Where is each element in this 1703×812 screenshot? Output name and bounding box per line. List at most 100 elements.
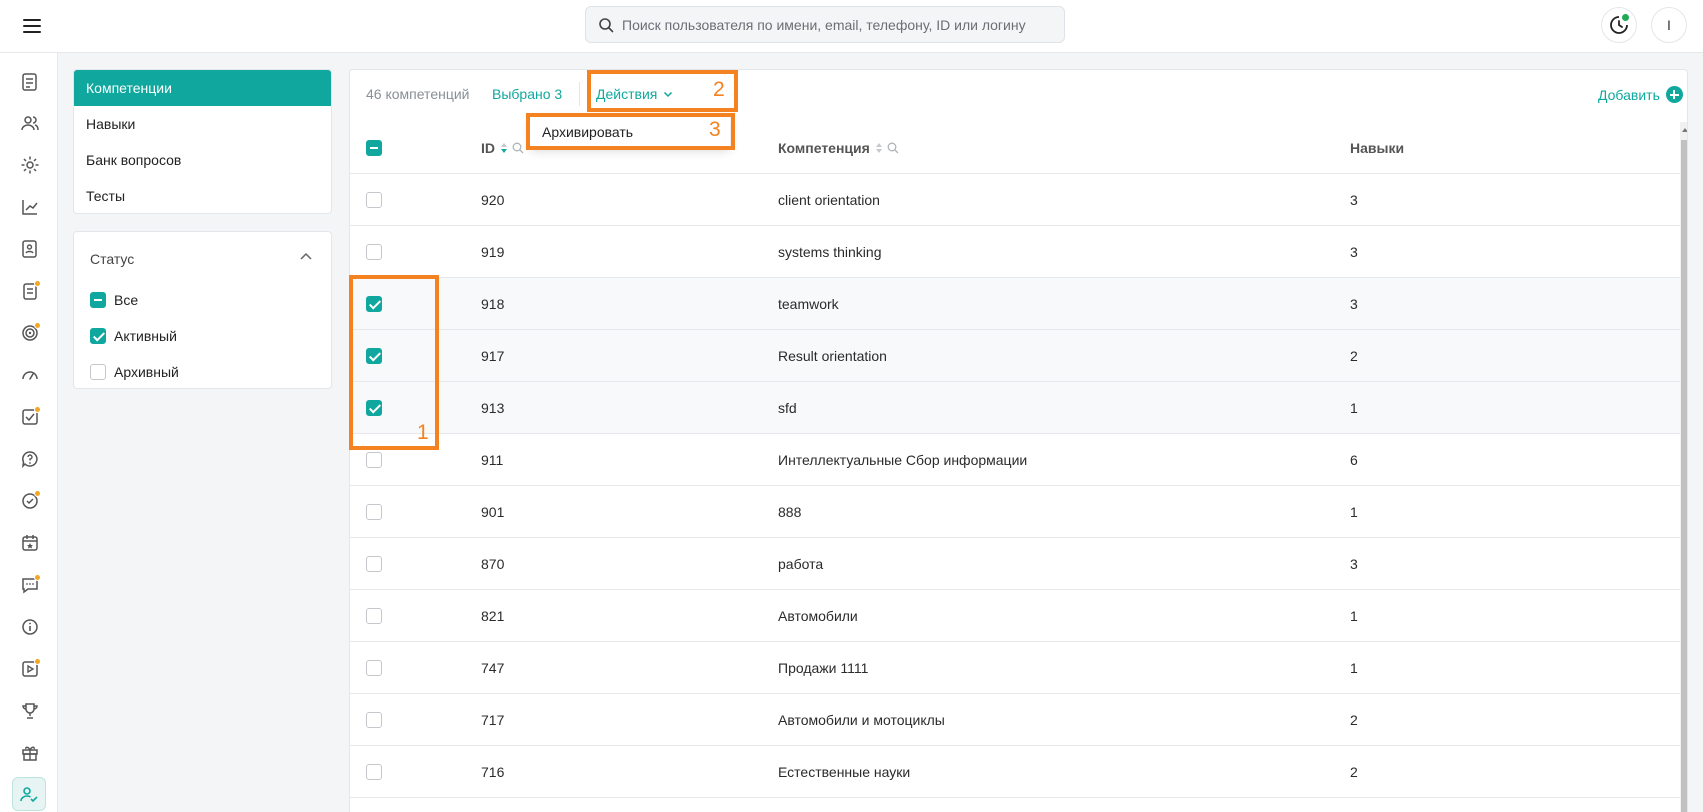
row-select-cell <box>366 330 382 382</box>
scrollbar-thumb[interactable] <box>1681 140 1687 812</box>
sort-icon[interactable] <box>875 142 883 154</box>
table-row[interactable]: 716 Естественные науки 2 <box>350 746 1680 798</box>
rail-item-info[interactable] <box>16 613 44 641</box>
menu-item-archive[interactable]: Архивировать <box>530 116 680 148</box>
column-label: Компетенция <box>778 140 870 156</box>
rail-item-users[interactable] <box>16 109 44 137</box>
table-row[interactable]: 918 teamwork 3 <box>350 278 1680 330</box>
rail-item-profiles[interactable] <box>16 235 44 263</box>
row-competency: 888 <box>778 504 802 520</box>
row-select-cell <box>366 486 382 538</box>
row-id: 917 <box>481 348 505 364</box>
row-id: 920 <box>481 192 505 208</box>
row-skills-count: 1 <box>1350 504 1358 520</box>
row-id: 717 <box>481 712 505 728</box>
select-all-checkbox[interactable] <box>366 140 382 156</box>
filter-option-all[interactable]: Все <box>90 290 138 310</box>
column-competency[interactable]: Компетенция <box>778 122 899 174</box>
column-id[interactable]: ID <box>481 122 524 174</box>
row-checkbox[interactable] <box>366 556 382 572</box>
competency-count: 46 компетенций <box>366 86 470 102</box>
table-row[interactable]: 821 Автомобили 1 <box>350 590 1680 642</box>
column-label: Навыки <box>1350 140 1405 156</box>
rail-item-competencies[interactable] <box>12 777 46 811</box>
table-row[interactable]: 901 888 1 <box>350 486 1680 538</box>
nav-item-question-bank[interactable]: Банк вопросов <box>74 142 331 178</box>
table-row[interactable]: 920 client orientation 3 <box>350 174 1680 226</box>
row-skills-count: 6 <box>1350 452 1358 468</box>
row-skills-count: 3 <box>1350 556 1358 572</box>
filter-option-label: Активный <box>114 328 177 344</box>
notification-badge <box>34 322 41 329</box>
table-row[interactable]: 913 sfd 1 <box>350 382 1680 434</box>
rail-item-messages[interactable] <box>16 571 44 599</box>
rail-item-performance[interactable] <box>16 361 44 389</box>
rail-item-achievements[interactable] <box>16 697 44 725</box>
notification-badge <box>34 280 41 287</box>
nav-item-skills[interactable]: Навыки <box>74 106 331 142</box>
table-row[interactable]: 919 systems thinking 3 <box>350 226 1680 278</box>
filter-checkbox-archived[interactable] <box>90 364 106 380</box>
row-checkbox[interactable] <box>366 296 382 312</box>
add-competency-button[interactable]: Добавить <box>1598 86 1683 103</box>
rail-item-media[interactable] <box>16 655 44 683</box>
row-competency: Result orientation <box>778 348 887 364</box>
add-label: Добавить <box>1598 86 1660 103</box>
nav-item-competencies[interactable]: Компетенции <box>74 70 331 106</box>
avatar[interactable]: I <box>1651 7 1687 43</box>
user-search <box>585 6 1065 43</box>
row-checkbox[interactable] <box>366 660 382 676</box>
row-checkbox[interactable] <box>366 452 382 468</box>
select-all-cell <box>366 122 382 174</box>
row-checkbox[interactable] <box>366 608 382 624</box>
users-icon <box>20 113 40 133</box>
row-skills-count: 3 <box>1350 244 1358 260</box>
nav-item-tests[interactable]: Тесты <box>74 178 331 213</box>
column-search-icon[interactable] <box>887 142 899 154</box>
search-input[interactable] <box>622 7 1052 42</box>
table-row[interactable]: 911 Интеллектуальные Сбор информации 6 <box>350 434 1680 486</box>
rail-item-settings[interactable] <box>16 151 44 179</box>
column-search-icon[interactable] <box>512 142 524 154</box>
table-row[interactable]: 717 Автомобили и мотоциклы 2 <box>350 694 1680 746</box>
gift-icon <box>20 743 40 763</box>
row-checkbox[interactable] <box>366 244 382 260</box>
scroll-up-arrow-icon[interactable] <box>1680 122 1687 138</box>
rail-item-tasks[interactable] <box>16 403 44 431</box>
calendar-star-icon <box>20 533 40 553</box>
sort-desc-icon[interactable] <box>500 142 508 154</box>
rail-item-approvals[interactable] <box>16 487 44 515</box>
row-checkbox[interactable] <box>366 192 382 208</box>
row-id: 870 <box>481 556 505 572</box>
filter-option-archived[interactable]: Архивный <box>90 362 179 382</box>
row-checkbox[interactable] <box>366 400 382 416</box>
table-row[interactable]: 917 Result orientation 2 <box>350 330 1680 382</box>
actions-button[interactable]: Действия <box>596 86 673 102</box>
annotation-label-3: 3 <box>709 118 721 141</box>
row-id: 821 <box>481 608 505 624</box>
table-row[interactable]: 870 работа 3 <box>350 538 1680 590</box>
rail-item-events[interactable] <box>16 529 44 557</box>
filter-checkbox-all[interactable] <box>90 292 106 308</box>
rail-item-rewards[interactable] <box>16 739 44 767</box>
row-checkbox[interactable] <box>366 712 382 728</box>
timer-button[interactable] <box>1601 7 1637 43</box>
menu-icon[interactable] <box>20 14 44 38</box>
rail-item-assessments[interactable] <box>16 277 44 305</box>
rail-item-analytics[interactable] <box>16 193 44 221</box>
chevron-up-icon[interactable] <box>298 249 314 265</box>
filter-option-active[interactable]: Активный <box>90 326 177 346</box>
rail-item-help[interactable] <box>16 445 44 473</box>
filter-checkbox-active[interactable] <box>90 328 106 344</box>
notification-badge <box>34 658 41 665</box>
row-checkbox[interactable] <box>366 348 382 364</box>
rail-item-documents[interactable] <box>16 68 44 96</box>
table-row[interactable]: 747 Продажи 1111 1 <box>350 642 1680 694</box>
online-indicator <box>1622 14 1629 21</box>
row-checkbox[interactable] <box>366 504 382 520</box>
row-competency: Автомобили и мотоциклы <box>778 712 945 728</box>
row-skills-count: 2 <box>1350 712 1358 728</box>
rail-item-goals[interactable] <box>16 319 44 347</box>
row-checkbox[interactable] <box>366 764 382 780</box>
selected-count[interactable]: Выбрано 3 <box>492 86 562 102</box>
